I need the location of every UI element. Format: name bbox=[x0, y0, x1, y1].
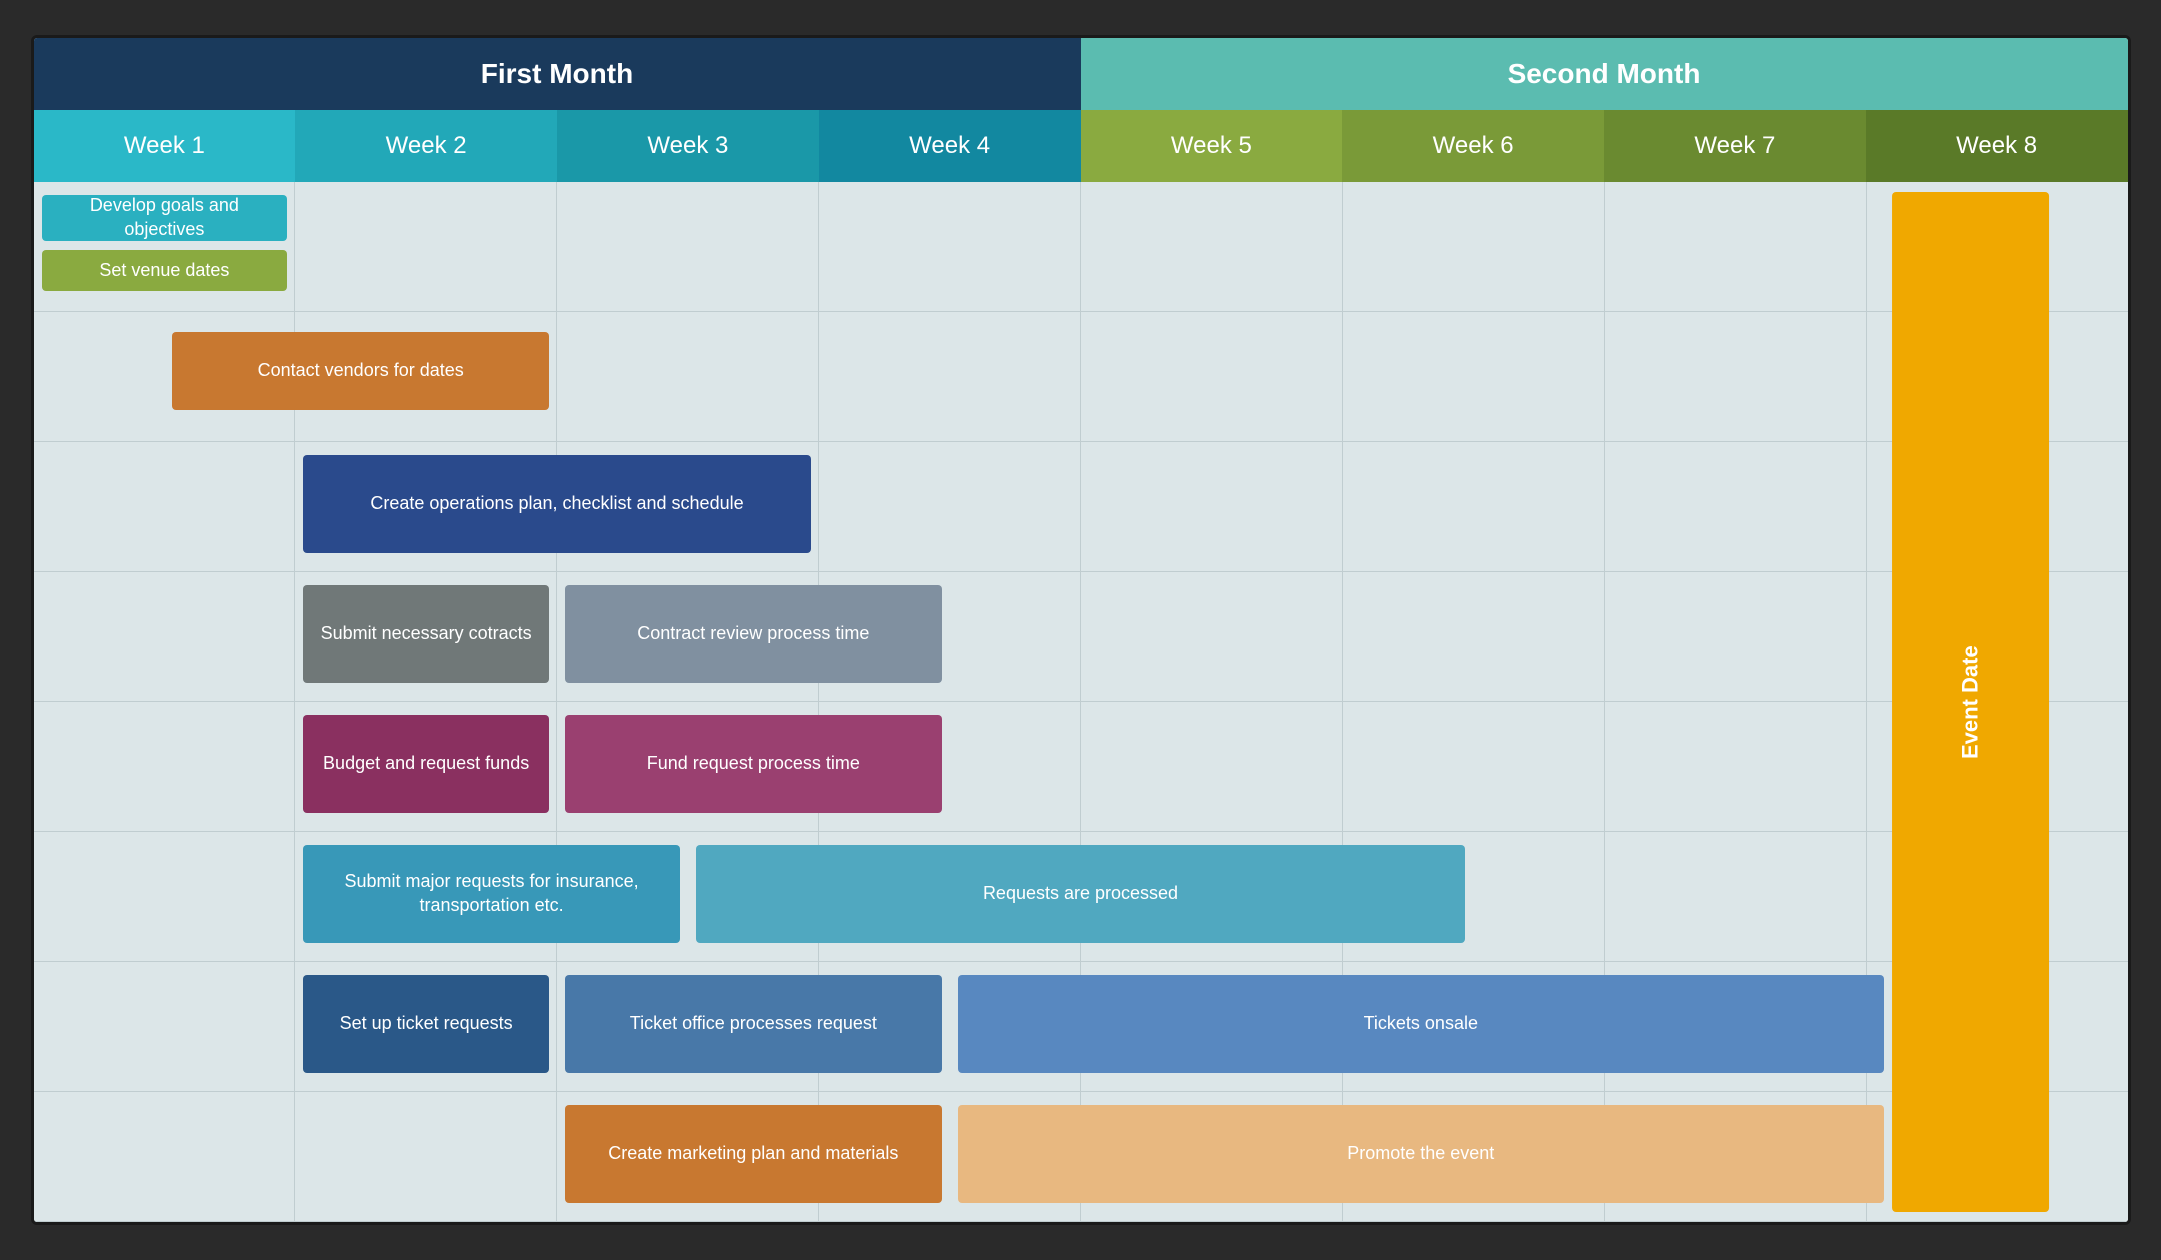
second-month-header: Second Month bbox=[1081, 38, 2128, 110]
week-7-header: Week 7 bbox=[1604, 110, 1866, 182]
week-6-header: Week 6 bbox=[1342, 110, 1604, 182]
second-month-label: Second Month bbox=[1508, 58, 1701, 90]
grid-row-0 bbox=[34, 182, 2128, 312]
grid-row-7 bbox=[34, 1092, 2128, 1222]
first-month-header: First Month bbox=[34, 38, 1081, 110]
grid-row-5 bbox=[34, 832, 2128, 962]
week-4-header: Week 4 bbox=[819, 110, 1081, 182]
month-header-row: First Month Second Month bbox=[34, 38, 2128, 110]
week-5-header: Week 5 bbox=[1081, 110, 1343, 182]
week-header-row: Week 1 Week 2 Week 3 Week 4 Week 5 Week … bbox=[34, 110, 2128, 182]
week-8-header: Week 8 bbox=[1866, 110, 2128, 182]
week-1-header: Week 1 bbox=[34, 110, 296, 182]
first-month-label: First Month bbox=[481, 58, 633, 90]
grid-row-2 bbox=[34, 442, 2128, 572]
grid-row-3 bbox=[34, 572, 2128, 702]
grid-row-4 bbox=[34, 702, 2128, 832]
week-2-header: Week 2 bbox=[295, 110, 557, 182]
week-3-header: Week 3 bbox=[557, 110, 819, 182]
gantt-body: Develop goals and objectivesSet venue da… bbox=[34, 182, 2128, 1222]
gantt-chart: First Month Second Month Week 1 Week 2 W… bbox=[31, 35, 2131, 1225]
grid-row-6 bbox=[34, 962, 2128, 1092]
grid-row-1 bbox=[34, 312, 2128, 442]
